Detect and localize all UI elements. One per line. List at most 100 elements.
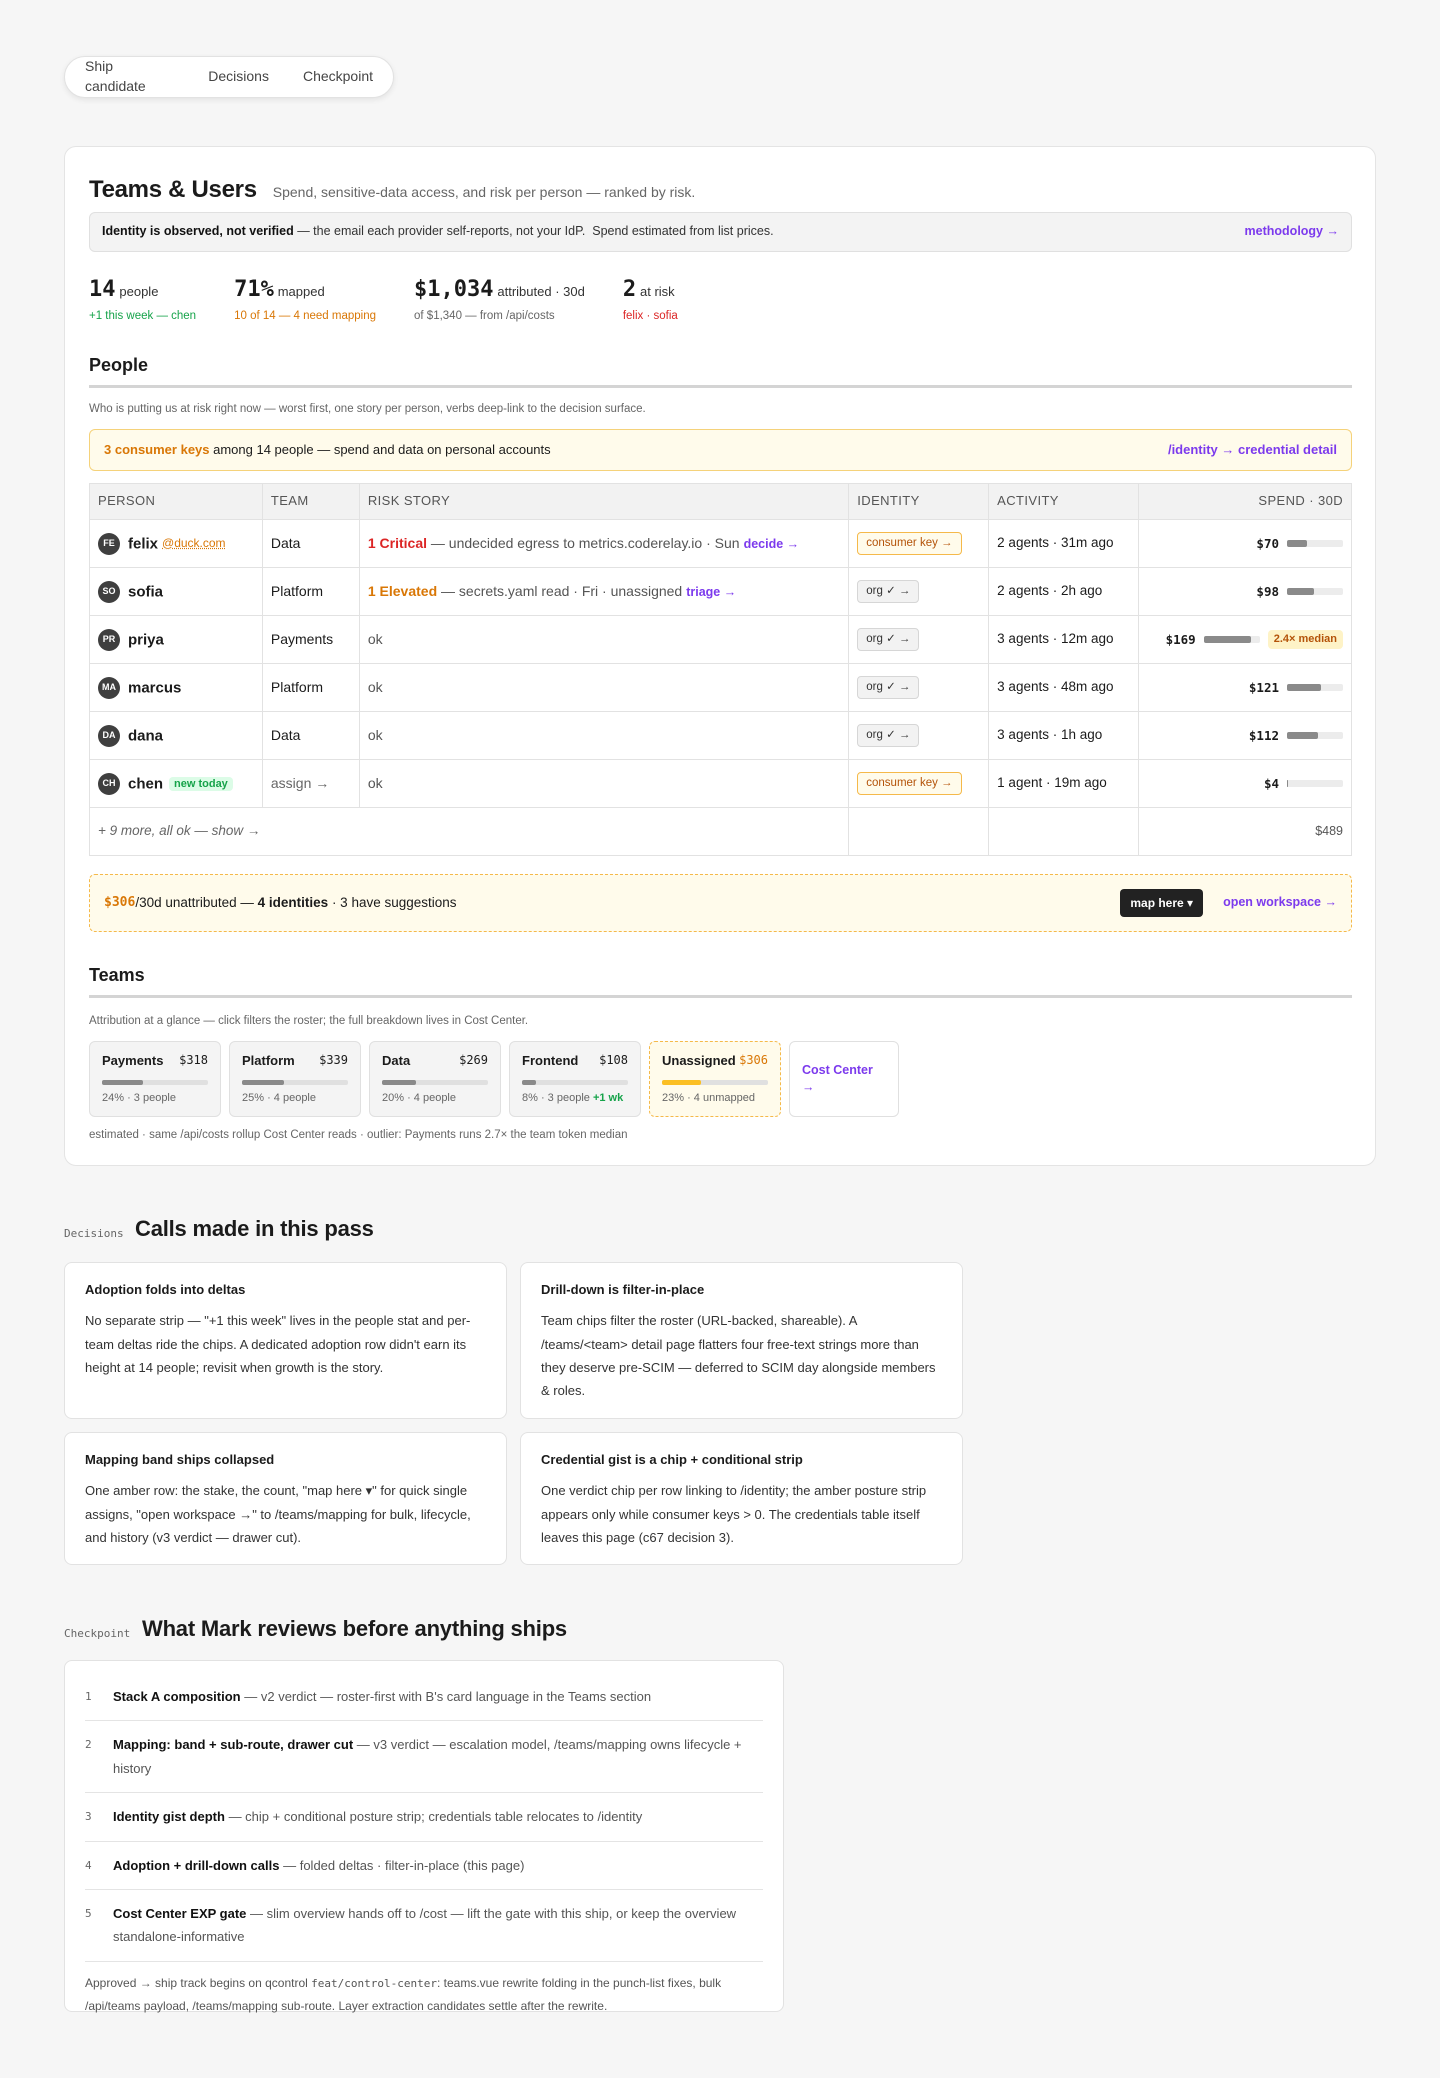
consumer-key-chip[interactable]: consumer key → <box>857 532 962 555</box>
table-row[interactable]: DA dana Data ok org ✓ → 3 agents · 1h ago $112 <box>89 711 1352 760</box>
item-number: 4 <box>85 1858 92 1872</box>
stat-unit: attributed · 30d <box>497 284 585 299</box>
table-row[interactable]: FE felix @duck.com Data 1 Critical — undecid… <box>89 519 1352 568</box>
table-row[interactable]: CH chen new today assign → ok consumer key → 1… <box>89 759 1352 808</box>
team-cell: Platform <box>261 567 360 616</box>
activity-text: 1 agent · 19m ago <box>997 775 1107 791</box>
team-share-bar <box>662 1080 768 1086</box>
stat-row: 14 people +1 this week — chen 71% mapped… <box>89 275 716 324</box>
decision-card: Drill-down is filter-in-place Team chips… <box>520 1262 963 1419</box>
stat-note: +1 this week — chen <box>89 309 197 322</box>
footnote-text: Approved → ship track begins on qcontrol <box>85 1975 312 1990</box>
map-here-button[interactable]: map here ▾ <box>1120 888 1204 918</box>
team-chip-frontend[interactable]: Frontend $108 8% · 3 people +1 wk <box>509 1041 641 1117</box>
spend-bar-fill <box>1287 539 1307 547</box>
spend-wrap: $169 2.4× median <box>1166 629 1343 650</box>
risk-text: ok <box>367 726 383 743</box>
avatar: MA <box>98 676 120 699</box>
cost-center-link[interactable]: Cost Center → <box>789 1041 899 1117</box>
team-meta: 8% · 3 people <box>522 1092 590 1105</box>
unattributed-suggestions: · 3 have suggestions <box>328 894 457 910</box>
stat-value: 14 <box>89 277 116 302</box>
table-row[interactable]: SO sofia Platform 1 Elevated — secrets.yaml… <box>89 567 1352 616</box>
consumer-key-chip[interactable]: consumer key → <box>857 772 962 795</box>
nav-ship-candidate[interactable]: Ship candidate <box>85 57 174 96</box>
activity-cell: 1 agent · 19m ago <box>988 759 1140 808</box>
team-name: Platform <box>270 582 324 599</box>
person-email: @duck.com <box>162 536 226 551</box>
spend-wrap: $112 <box>1249 727 1343 745</box>
nav-decisions[interactable]: Decisions <box>208 67 269 87</box>
item-title: Mapping: band + sub-route, drawer cut <box>113 1737 354 1753</box>
team-chip-unassigned[interactable]: Unassigned $306 23% · 4 unmapped <box>649 1041 781 1117</box>
activity-cell: 3 agents · 48m ago <box>988 663 1140 712</box>
risk-action-link[interactable]: decide → <box>744 537 800 551</box>
stat-note: 10 of 14 — 4 need mapping <box>234 309 377 322</box>
risk-text: ok <box>367 630 383 647</box>
person-name[interactable]: chen <box>128 775 163 792</box>
top-nav: Ship candidate Decisions Checkpoint <box>64 56 394 98</box>
team-amount: $269 <box>459 1053 488 1067</box>
col-team[interactable]: TEAM <box>261 483 360 520</box>
org-verified-chip[interactable]: org ✓ → <box>857 724 920 747</box>
activity-text: 3 agents · 12m ago <box>997 631 1114 647</box>
org-verified-chip[interactable]: org ✓ → <box>857 676 920 699</box>
consumer-key-posture-strip: 3 consumer keys among 14 people — spend … <box>89 429 1352 471</box>
show-more-row[interactable]: + 9 more, all ok — show → $489 <box>88 807 1352 856</box>
col-activity[interactable]: ACTIVITY <box>988 483 1140 520</box>
notice-text: — the email each provider self-reports, … <box>293 224 774 239</box>
item-title: Identity gist depth <box>113 1809 225 1825</box>
checkpoint-footnote: Approved → ship track begins on qcontrol… <box>85 1972 763 2018</box>
teams-footnote: estimated · same /api/costs rollup Cost … <box>89 1129 628 1141</box>
show-more-link[interactable]: + 9 more, all ok — show → <box>98 823 260 838</box>
col-identity[interactable]: IDENTITY <box>848 483 990 520</box>
person-name[interactable]: marcus <box>128 679 181 696</box>
team-share-bar <box>242 1080 348 1086</box>
unattributed-period: /30d unattributed — <box>135 894 258 910</box>
table-row[interactable]: PR priya Payments ok org ✓ → 3 agents · 12m a… <box>89 615 1352 664</box>
decision-card: Credential gist is a chip + conditional … <box>520 1432 963 1565</box>
team-chip-platform[interactable]: Platform $339 25% · 4 people <box>229 1041 361 1117</box>
org-verified-chip[interactable]: org ✓ → <box>857 580 920 603</box>
credential-detail-link[interactable]: /identity → credential detail <box>1168 441 1337 459</box>
person-name[interactable]: dana <box>128 727 163 744</box>
spend-cell: $121 <box>1138 663 1352 712</box>
open-workspace-link[interactable]: open workspace → <box>1223 894 1337 912</box>
spend-bar-fill <box>1287 683 1321 691</box>
risk-text: — undecided egress to metrics.coderelay.… <box>427 534 740 551</box>
spend-bar-fill <box>1287 731 1319 739</box>
team-name: Platform <box>242 1053 295 1068</box>
spend-value: $70 <box>1256 535 1279 551</box>
team-share-fill <box>662 1080 701 1086</box>
consumer-key-count: 3 consumer keys <box>104 441 210 457</box>
person-name[interactable]: sofia <box>128 583 163 600</box>
stat-note: of $1,340 — from /api/costs <box>414 309 555 322</box>
team-name: Payments <box>270 630 334 647</box>
risk-action-link[interactable]: triage → <box>686 585 736 599</box>
risk-story-cell: ok <box>358 663 850 712</box>
spend-cell: $70 <box>1138 519 1352 568</box>
methodology-link[interactable]: methodology → <box>1245 223 1339 241</box>
person-cell: PR priya <box>89 615 263 664</box>
table-row[interactable]: MA marcus Platform ok org ✓ → 3 agents · 48m … <box>89 663 1352 712</box>
org-verified-chip[interactable]: org ✓ → <box>857 628 920 651</box>
item-number: 2 <box>85 1738 92 1752</box>
col-person[interactable]: PERSON <box>89 483 263 520</box>
col-spend[interactable]: SPEND · 30D <box>1138 483 1352 520</box>
activity-text: 3 agents · 48m ago <box>997 679 1114 695</box>
person-name[interactable]: felix <box>128 535 158 552</box>
avatar: DA <box>98 724 120 747</box>
person-name[interactable]: priya <box>128 631 164 648</box>
team-chip-payments[interactable]: Payments $318 24% · 3 people <box>89 1041 221 1117</box>
col-risk-story[interactable]: RISK STORY <box>358 483 850 520</box>
team-share-bar <box>102 1080 208 1086</box>
teams-description: Attribution at a glance — click filters … <box>89 1015 529 1027</box>
team-share-bar <box>382 1080 488 1086</box>
avatar: SO <box>98 580 120 603</box>
assign-team-link[interactable]: assign → <box>271 775 329 791</box>
nav-checkpoint[interactable]: Checkpoint <box>303 67 373 87</box>
stat-value: 2 <box>622 277 637 302</box>
decision-title: Drill-down is filter-in-place <box>541 1282 705 1297</box>
team-chip-data[interactable]: Data $269 20% · 4 people <box>369 1041 501 1117</box>
avatar: FE <box>98 532 120 555</box>
